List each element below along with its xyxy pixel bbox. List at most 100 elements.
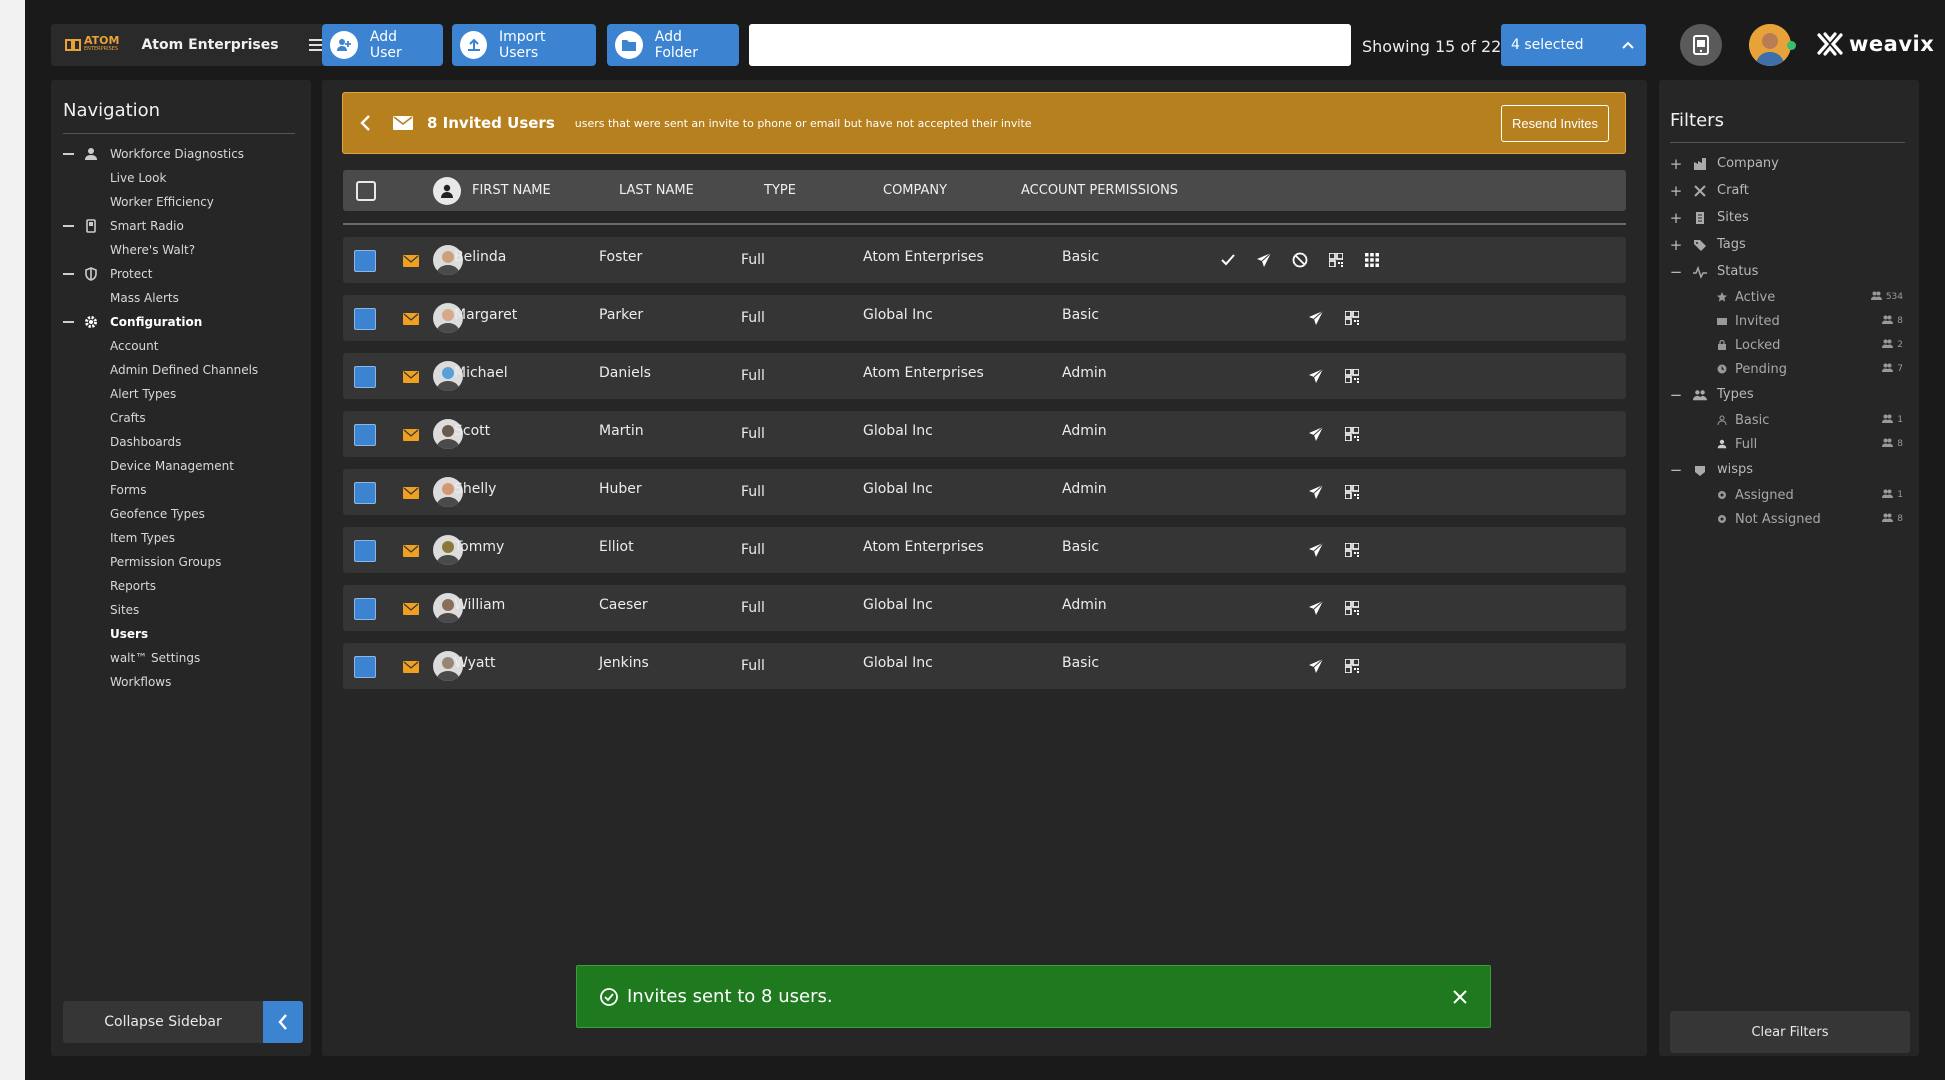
table-row[interactable]: Scott Martin Full Global Inc Admin [343, 411, 1626, 457]
collapse-minus-icon[interactable] [63, 273, 74, 275]
filter-option-pending[interactable]: Pending 7 [1669, 357, 1909, 381]
qr-code-icon[interactable] [1325, 249, 1347, 271]
nav-item-item-types[interactable]: Item Types [63, 526, 303, 550]
row-checkbox[interactable] [354, 366, 376, 388]
table-row[interactable]: Margaret Parker Full Global Inc Basic [343, 295, 1626, 341]
collapse-minus-icon[interactable] [63, 225, 74, 227]
nav-item-reports[interactable]: Reports [63, 574, 303, 598]
nav-item-worker-efficiency[interactable]: Worker Efficiency [63, 190, 303, 214]
collapse-minus-icon[interactable]: − [1669, 386, 1683, 404]
qr-code-icon[interactable] [1341, 597, 1363, 619]
filter-wisps[interactable]: − wisps [1669, 456, 1909, 483]
filter-company[interactable]: + Company [1669, 150, 1909, 177]
row-checkbox[interactable] [354, 540, 376, 562]
qr-code-icon[interactable] [1341, 539, 1363, 561]
collapse-sidebar-button[interactable]: Collapse Sidebar [63, 1001, 303, 1043]
collapse-minus-icon[interactable] [63, 321, 74, 323]
qr-code-icon[interactable] [1341, 481, 1363, 503]
filter-option-not-assigned[interactable]: Not Assigned 8 [1669, 507, 1909, 531]
send-invite-icon[interactable] [1305, 655, 1327, 677]
expand-plus-icon[interactable]: + [1669, 209, 1683, 227]
menu-icon[interactable] [309, 39, 323, 51]
expand-plus-icon[interactable]: + [1669, 155, 1683, 173]
col-first-name[interactable]: FIRST NAME [472, 183, 551, 198]
clear-filters-button[interactable]: Clear Filters [1670, 1011, 1910, 1053]
nav-item-walt-settings[interactable]: walt™ Settings [63, 646, 303, 670]
nav-item-workforce-diagnostics[interactable]: Workforce Diagnostics [63, 142, 303, 166]
send-invite-icon[interactable] [1305, 423, 1327, 445]
col-last-name[interactable]: LAST NAME [619, 183, 694, 198]
approve-check-icon[interactable] [1217, 249, 1239, 271]
qr-code-icon[interactable] [1341, 423, 1363, 445]
row-checkbox[interactable] [354, 482, 376, 504]
nav-item-permission-groups[interactable]: Permission Groups [63, 550, 303, 574]
nav-item-live-look[interactable]: Live Look [63, 166, 303, 190]
filter-option-full[interactable]: Full 8 [1669, 432, 1909, 456]
qr-code-icon[interactable] [1341, 365, 1363, 387]
nav-item-crafts[interactable]: Crafts [63, 406, 303, 430]
back-arrow-icon[interactable] [359, 114, 373, 132]
nav-item-configuration[interactable]: Configuration [63, 310, 303, 334]
row-checkbox[interactable] [354, 424, 376, 446]
add-user-button[interactable]: Add User [322, 24, 443, 66]
filter-craft[interactable]: + Craft [1669, 177, 1909, 204]
block-icon[interactable] [1289, 249, 1311, 271]
profile-avatar[interactable] [1749, 24, 1791, 66]
filter-option-active[interactable]: Active 534 [1669, 285, 1909, 309]
expand-plus-icon[interactable]: + [1669, 182, 1683, 200]
table-row[interactable]: William Caeser Full Global Inc Admin [343, 585, 1626, 631]
nav-item-where-s-walt[interactable]: Where's Walt? [63, 238, 303, 262]
collapse-minus-icon[interactable] [63, 153, 74, 155]
send-invite-icon[interactable] [1305, 481, 1327, 503]
qr-code-icon[interactable] [1341, 307, 1363, 329]
nav-item-users[interactable]: Users [63, 622, 303, 646]
table-row[interactable]: Tommy Elliot Full Atom Enterprises Basic [343, 527, 1626, 573]
row-checkbox[interactable] [354, 656, 376, 678]
nav-item-admin-defined-channels[interactable]: Admin Defined Channels [63, 358, 303, 382]
filter-tags[interactable]: + Tags [1669, 231, 1909, 258]
close-icon[interactable] [1452, 989, 1468, 1005]
nav-item-smart-radio[interactable]: Smart Radio [63, 214, 303, 238]
send-invite-icon[interactable] [1305, 365, 1327, 387]
filter-types[interactable]: − Types [1669, 381, 1909, 408]
table-row[interactable]: Belinda Foster Full Atom Enterprises Basic [343, 237, 1626, 283]
nav-item-device-management[interactable]: Device Management [63, 454, 303, 478]
filter-option-assigned[interactable]: Assigned 1 [1669, 483, 1909, 507]
qr-code-icon[interactable] [1341, 655, 1363, 677]
resend-invites-button[interactable]: Resend Invites [1501, 104, 1609, 142]
col-company[interactable]: COMPANY [883, 183, 947, 198]
row-checkbox[interactable] [354, 308, 376, 330]
table-row[interactable]: Wyatt Jenkins Full Global Inc Basic [343, 643, 1626, 689]
row-checkbox[interactable] [354, 250, 376, 272]
import-users-button[interactable]: Import Users [452, 24, 596, 66]
col-account-permissions[interactable]: ACCOUNT PERMISSIONS [1021, 183, 1178, 198]
table-row[interactable]: Michael Daniels Full Atom Enterprises Admin [343, 353, 1626, 399]
nav-item-dashboards[interactable]: Dashboards [63, 430, 303, 454]
filter-option-basic[interactable]: Basic 1 [1669, 408, 1909, 432]
add-folder-button[interactable]: Add Folder [607, 24, 739, 66]
chevron-left-icon[interactable] [263, 1001, 303, 1043]
grid-icon[interactable] [1361, 249, 1383, 271]
filter-option-locked[interactable]: Locked 2 [1669, 333, 1909, 357]
search-input[interactable] [749, 24, 1351, 66]
nav-item-protect[interactable]: Protect [63, 262, 303, 286]
filter-option-invited[interactable]: Invited 8 [1669, 309, 1909, 333]
selection-dropdown[interactable]: 4 selected [1501, 24, 1646, 66]
send-invite-icon[interactable] [1305, 307, 1327, 329]
filter-sites[interactable]: + Sites [1669, 204, 1909, 231]
col-type[interactable]: TYPE [764, 183, 796, 198]
send-invite-icon[interactable] [1305, 539, 1327, 561]
nav-item-mass-alerts[interactable]: Mass Alerts [63, 286, 303, 310]
device-button[interactable] [1680, 24, 1722, 66]
select-all-checkbox[interactable] [356, 181, 376, 201]
nav-item-workflows[interactable]: Workflows [63, 670, 303, 694]
nav-item-forms[interactable]: Forms [63, 478, 303, 502]
nav-item-alert-types[interactable]: Alert Types [63, 382, 303, 406]
nav-item-geofence-types[interactable]: Geofence Types [63, 502, 303, 526]
send-invite-icon[interactable] [1305, 597, 1327, 619]
collapse-minus-icon[interactable]: − [1669, 461, 1683, 479]
row-checkbox[interactable] [354, 598, 376, 620]
send-invite-icon[interactable] [1253, 249, 1275, 271]
nav-item-account[interactable]: Account [63, 334, 303, 358]
expand-plus-icon[interactable]: + [1669, 236, 1683, 254]
